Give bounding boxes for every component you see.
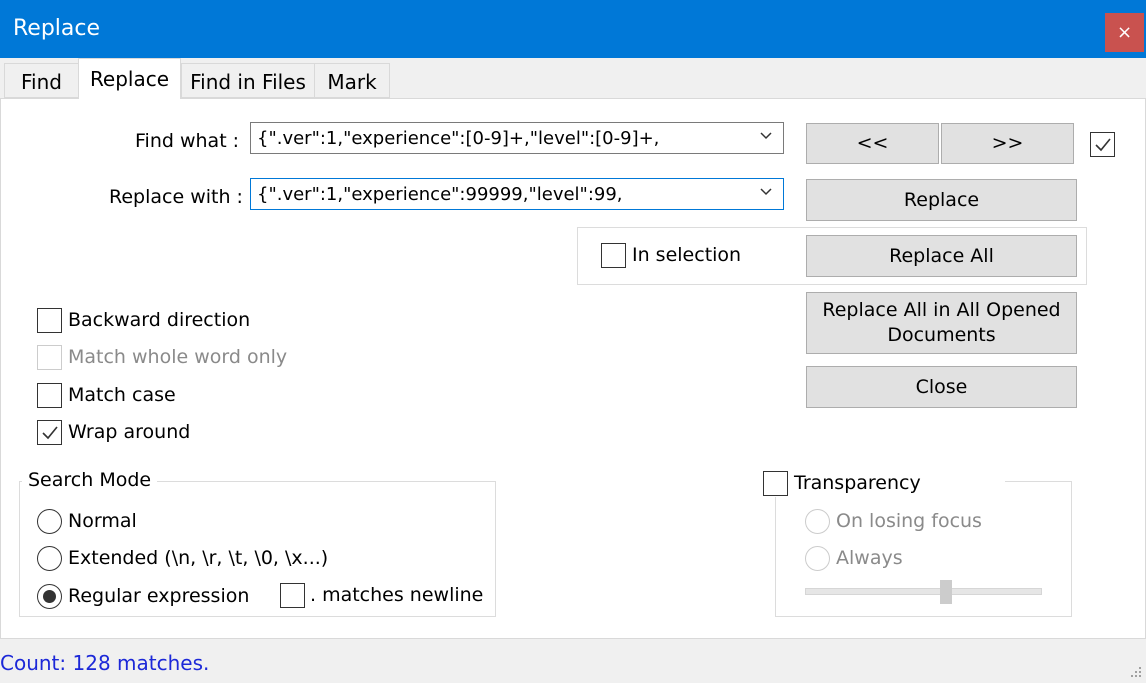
match-whole-word-checkbox (37, 345, 62, 370)
close-window-button[interactable]: × (1105, 13, 1144, 52)
status-bar: Count: 128 matches. (0, 639, 1146, 683)
find-what-label: Find what : (135, 130, 240, 152)
close-icon: × (1116, 22, 1133, 43)
find-what-combobox[interactable]: {".ver":1,"experience":[0-9]+,"level":[0… (250, 122, 784, 154)
checkmark-icon (41, 425, 58, 439)
find-previous-button[interactable]: << (806, 123, 939, 164)
find-next-button[interactable]: >> (941, 123, 1074, 164)
replace-panel: Find what : {".ver":1,"experience":[0-9]… (0, 98, 1146, 639)
search-mode-normal-label: Normal (68, 510, 137, 532)
search-mode-regex-label: Regular expression (68, 585, 250, 607)
always-label: Always (836, 547, 903, 569)
backward-direction-checkbox[interactable] (37, 308, 62, 333)
replace-all-opened-line1: Replace All in All Opened (822, 299, 1061, 321)
replace-with-value: {".ver":1,"experience":99999,"level":99, (257, 184, 623, 205)
chevron-down-icon[interactable] (759, 183, 773, 202)
wrap-around-checkbox[interactable] (37, 420, 62, 445)
matches-newline-checkbox[interactable] (280, 583, 305, 608)
tab-replace-label: Replace (89, 67, 170, 91)
in-selection-checkbox[interactable] (601, 243, 626, 268)
tab-find-in-files[interactable]: Find in Files (181, 63, 315, 98)
wrap-around-label: Wrap around (68, 421, 191, 443)
search-mode-extended-radio[interactable] (37, 546, 62, 571)
find-what-value: {".ver":1,"experience":[0-9]+,"level":[0… (257, 128, 660, 149)
on-losing-focus-radio (805, 509, 830, 534)
backward-direction-label: Backward direction (68, 309, 251, 331)
search-mode-normal-radio[interactable] (37, 509, 62, 534)
tab-find[interactable]: Find (4, 63, 79, 98)
tab-replace[interactable]: Replace (78, 58, 181, 99)
replace-all-button[interactable]: Replace All (806, 235, 1077, 277)
replace-with-combobox[interactable]: {".ver":1,"experience":99999,"level":99, (250, 178, 784, 210)
chevron-down-icon[interactable] (759, 127, 773, 146)
tab-find-label: Find (21, 70, 62, 94)
search-mode-regex-radio[interactable] (37, 584, 62, 609)
transparency-checkbox[interactable] (763, 471, 788, 496)
transparency-slider-track (805, 588, 1042, 595)
direction-toggle-checkbox[interactable] (1090, 132, 1115, 157)
checkmark-icon (1094, 137, 1111, 151)
match-case-label: Match case (68, 384, 176, 406)
tab-mark-label: Mark (327, 70, 377, 94)
transparency-label: Transparency (794, 472, 921, 494)
window-title: Replace (13, 16, 101, 41)
tab-mark[interactable]: Mark (314, 63, 390, 98)
replace-button[interactable]: Replace (806, 179, 1077, 221)
search-mode-extended-label: Extended (\n, \r, \t, \0, \x...) (68, 547, 329, 569)
matches-newline-label: . matches newline (310, 584, 484, 606)
tab-find-in-files-label: Find in Files (190, 70, 306, 94)
always-radio (805, 546, 830, 571)
search-mode-title: Search Mode (22, 469, 158, 491)
replace-all-opened-line2: Documents (887, 324, 996, 346)
match-count-status: Count: 128 matches. (0, 651, 210, 675)
match-whole-word-label: Match whole word only (68, 346, 288, 368)
radio-selected-dot (43, 590, 56, 603)
replace-all-opened-documents-button[interactable]: Replace All in All Opened Documents (806, 292, 1077, 354)
title-bar: Replace × (0, 0, 1146, 58)
in-selection-label: In selection (632, 244, 742, 266)
close-button[interactable]: Close (806, 366, 1077, 408)
resize-grip-icon[interactable] (1128, 665, 1142, 679)
match-case-checkbox[interactable] (37, 383, 62, 408)
replace-with-label: Replace with : (109, 186, 243, 208)
transparency-slider-thumb (940, 580, 952, 604)
on-losing-focus-label: On losing focus (836, 510, 982, 532)
